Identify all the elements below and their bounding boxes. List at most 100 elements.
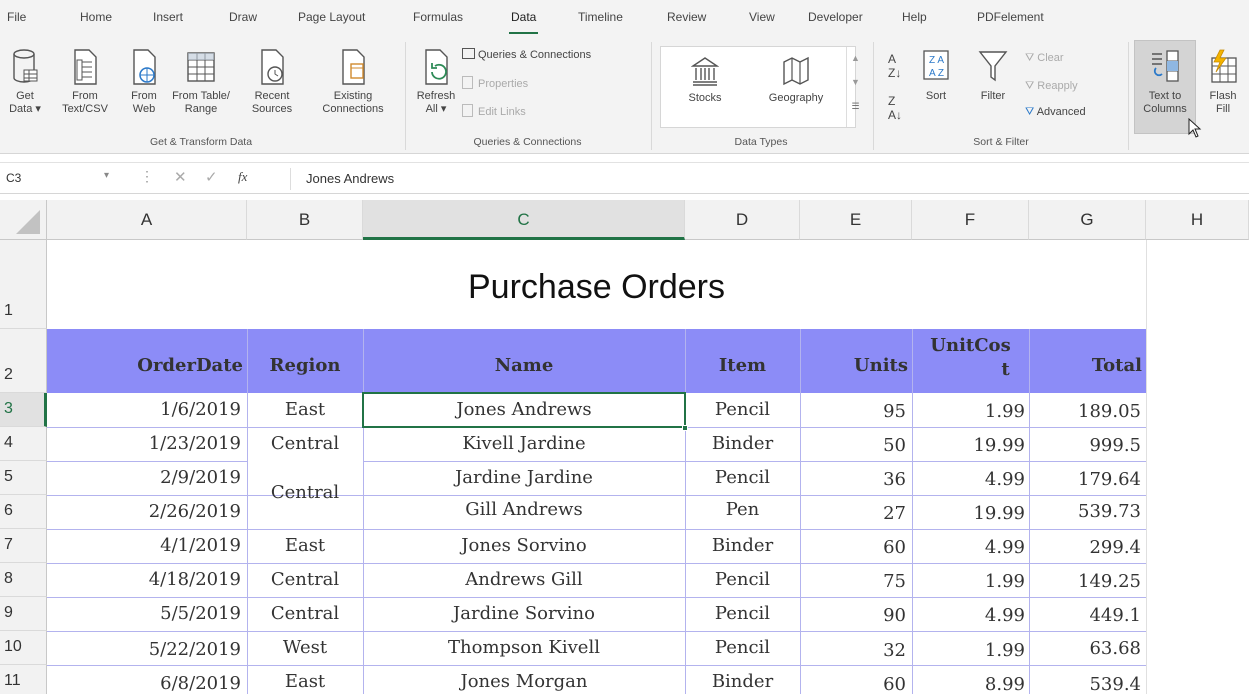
cell-g3[interactable]: 189.05	[1029, 401, 1141, 422]
header-item[interactable]: Item	[685, 355, 800, 376]
cell-e8[interactable]: 75	[800, 571, 906, 592]
cell-g8[interactable]: 149.25	[1029, 571, 1141, 592]
properties-button[interactable]: Properties	[462, 76, 528, 90]
cell-f3[interactable]: 1.99	[912, 401, 1025, 422]
cell-d4[interactable]: Binder	[685, 433, 800, 454]
gallery-scroll[interactable]: ▲ ▼ ☰	[846, 47, 864, 127]
cell-d11[interactable]: Binder	[685, 671, 800, 692]
filter-button[interactable]: Filter	[973, 48, 1013, 103]
tab-view[interactable]: View	[749, 10, 775, 24]
queries-connections-button[interactable]: Queries & Connections	[462, 48, 591, 61]
insert-function-icon[interactable]: fx	[238, 169, 247, 185]
from-web-button[interactable]: From Web	[124, 48, 164, 116]
from-table-range-button[interactable]: From Table/ Range	[168, 48, 234, 116]
tab-draw[interactable]: Draw	[229, 10, 257, 24]
tab-timeline[interactable]: Timeline	[578, 10, 623, 24]
cell-b10[interactable]: West	[247, 637, 363, 658]
cell-e11[interactable]: 60	[800, 674, 906, 694]
cell-e10[interactable]: 32	[800, 640, 906, 661]
cell-c10[interactable]: Thompson Kivell	[363, 637, 685, 658]
cell-b8[interactable]: Central	[247, 569, 363, 590]
cell-e5[interactable]: 36	[800, 469, 906, 490]
cell-c4[interactable]: Kivell Jardine	[363, 433, 685, 454]
row-header-11[interactable]: 11	[0, 665, 47, 694]
header-region[interactable]: Region	[247, 355, 363, 376]
header-unitcost[interactable]: UnitCos t	[912, 334, 1029, 382]
formula-input[interactable]: Jones Andrews	[306, 171, 394, 186]
enter-check-icon[interactable]: ✓	[205, 168, 218, 186]
cell-c5[interactable]: Jardine Jardine	[363, 467, 685, 488]
cell-d8[interactable]: Pencil	[685, 569, 800, 590]
name-box[interactable]: C3	[6, 171, 106, 185]
column-header-d[interactable]: D	[685, 200, 800, 240]
cell-d10[interactable]: Pencil	[685, 637, 800, 658]
name-box-dropdown-icon[interactable]: ▾	[104, 170, 109, 181]
row-header-1[interactable]: 1	[0, 240, 47, 329]
cell-c11[interactable]: Jones Morgan	[363, 671, 685, 692]
fill-handle[interactable]	[682, 425, 688, 431]
cancel-icon[interactable]: ✕	[174, 168, 187, 186]
cell-g4[interactable]: 999.5	[1029, 435, 1141, 456]
row-header-10[interactable]: 10	[0, 631, 47, 665]
row-header-8[interactable]: 8	[0, 563, 47, 597]
tab-insert[interactable]: Insert	[153, 10, 183, 24]
cell-d9[interactable]: Pencil	[685, 603, 800, 624]
header-units[interactable]: Units	[800, 355, 908, 376]
cell-a4[interactable]: 1/23/2019	[47, 433, 241, 454]
cell-a3[interactable]: 1/6/2019	[47, 399, 241, 420]
cell-b3[interactable]: East	[247, 399, 363, 420]
cell-a6[interactable]: 2/26/2019	[47, 501, 241, 522]
tab-pdfelement[interactable]: PDFelement	[977, 10, 1044, 24]
cell-d5[interactable]: Pencil	[685, 467, 800, 488]
cell-g6[interactable]: 539.73	[1029, 501, 1141, 522]
tab-file[interactable]: File	[7, 10, 26, 24]
column-header-a[interactable]: A	[47, 200, 247, 240]
row-header-9[interactable]: 9	[0, 597, 47, 631]
cell-a10[interactable]: 5/22/2019	[47, 639, 241, 660]
tab-home[interactable]: Home	[80, 10, 112, 24]
get-data-button[interactable]: Get Data ▾	[4, 48, 46, 116]
sort-az-button[interactable]: A Z↓	[888, 52, 901, 80]
cell-g9[interactable]: 449.1	[1029, 605, 1141, 626]
tab-page-layout[interactable]: Page Layout	[298, 10, 365, 24]
row-header-2[interactable]: 2	[0, 329, 47, 393]
clear-button[interactable]: ⛛ Clear	[1025, 52, 1064, 65]
cell-f9[interactable]: 4.99	[912, 605, 1025, 626]
cell-b11[interactable]: East	[247, 671, 363, 692]
refresh-all-button[interactable]: Refresh All ▾	[413, 48, 459, 116]
cell-b4[interactable]: Central	[247, 433, 363, 454]
cell-f7[interactable]: 4.99	[912, 537, 1025, 558]
tab-review[interactable]: Review	[667, 10, 706, 24]
column-header-e[interactable]: E	[800, 200, 912, 240]
column-header-c[interactable]: C	[363, 200, 685, 240]
row-header-4[interactable]: 4	[0, 427, 47, 461]
header-total[interactable]: Total	[1029, 355, 1142, 376]
header-orderdate[interactable]: OrderDate	[47, 355, 243, 376]
column-header-h[interactable]: H	[1146, 200, 1249, 240]
cell-f10[interactable]: 1.99	[912, 640, 1025, 661]
cell-a5[interactable]: 2/9/2019	[47, 467, 241, 488]
cell-a9[interactable]: 5/5/2019	[47, 603, 241, 624]
flash-fill-button[interactable]: Flash Fill	[1200, 48, 1246, 116]
column-header-g[interactable]: G	[1029, 200, 1146, 240]
cell-b5-merged[interactable]: Central	[247, 482, 363, 503]
cell-e3[interactable]: 95	[800, 401, 906, 422]
cell-d7[interactable]: Binder	[685, 535, 800, 556]
sort-button[interactable]: Z A A Z Sort	[917, 48, 955, 103]
text-to-columns-button[interactable]: Text to Columns	[1135, 48, 1195, 116]
reapply-button[interactable]: ⛛ Reapply	[1025, 80, 1078, 93]
cell-c9[interactable]: Jardine Sorvino	[363, 603, 685, 624]
row-header-5[interactable]: 5	[0, 461, 47, 495]
cell-d6[interactable]: Pen	[685, 499, 800, 520]
header-name[interactable]: Name	[363, 355, 685, 376]
tab-developer[interactable]: Developer	[808, 10, 863, 24]
cell-f6[interactable]: 19.99	[912, 503, 1025, 524]
edit-links-button[interactable]: Edit Links	[462, 104, 526, 118]
sheet-title[interactable]: Purchase Orders	[47, 240, 1146, 329]
cell-f8[interactable]: 1.99	[912, 571, 1025, 592]
cell-g10[interactable]: 63.68	[1029, 638, 1141, 659]
cell-e4[interactable]: 50	[800, 435, 906, 456]
row-header-7[interactable]: 7	[0, 529, 47, 563]
cell-c7[interactable]: Jones Sorvino	[363, 535, 685, 556]
cell-f5[interactable]: 4.99	[912, 469, 1025, 490]
